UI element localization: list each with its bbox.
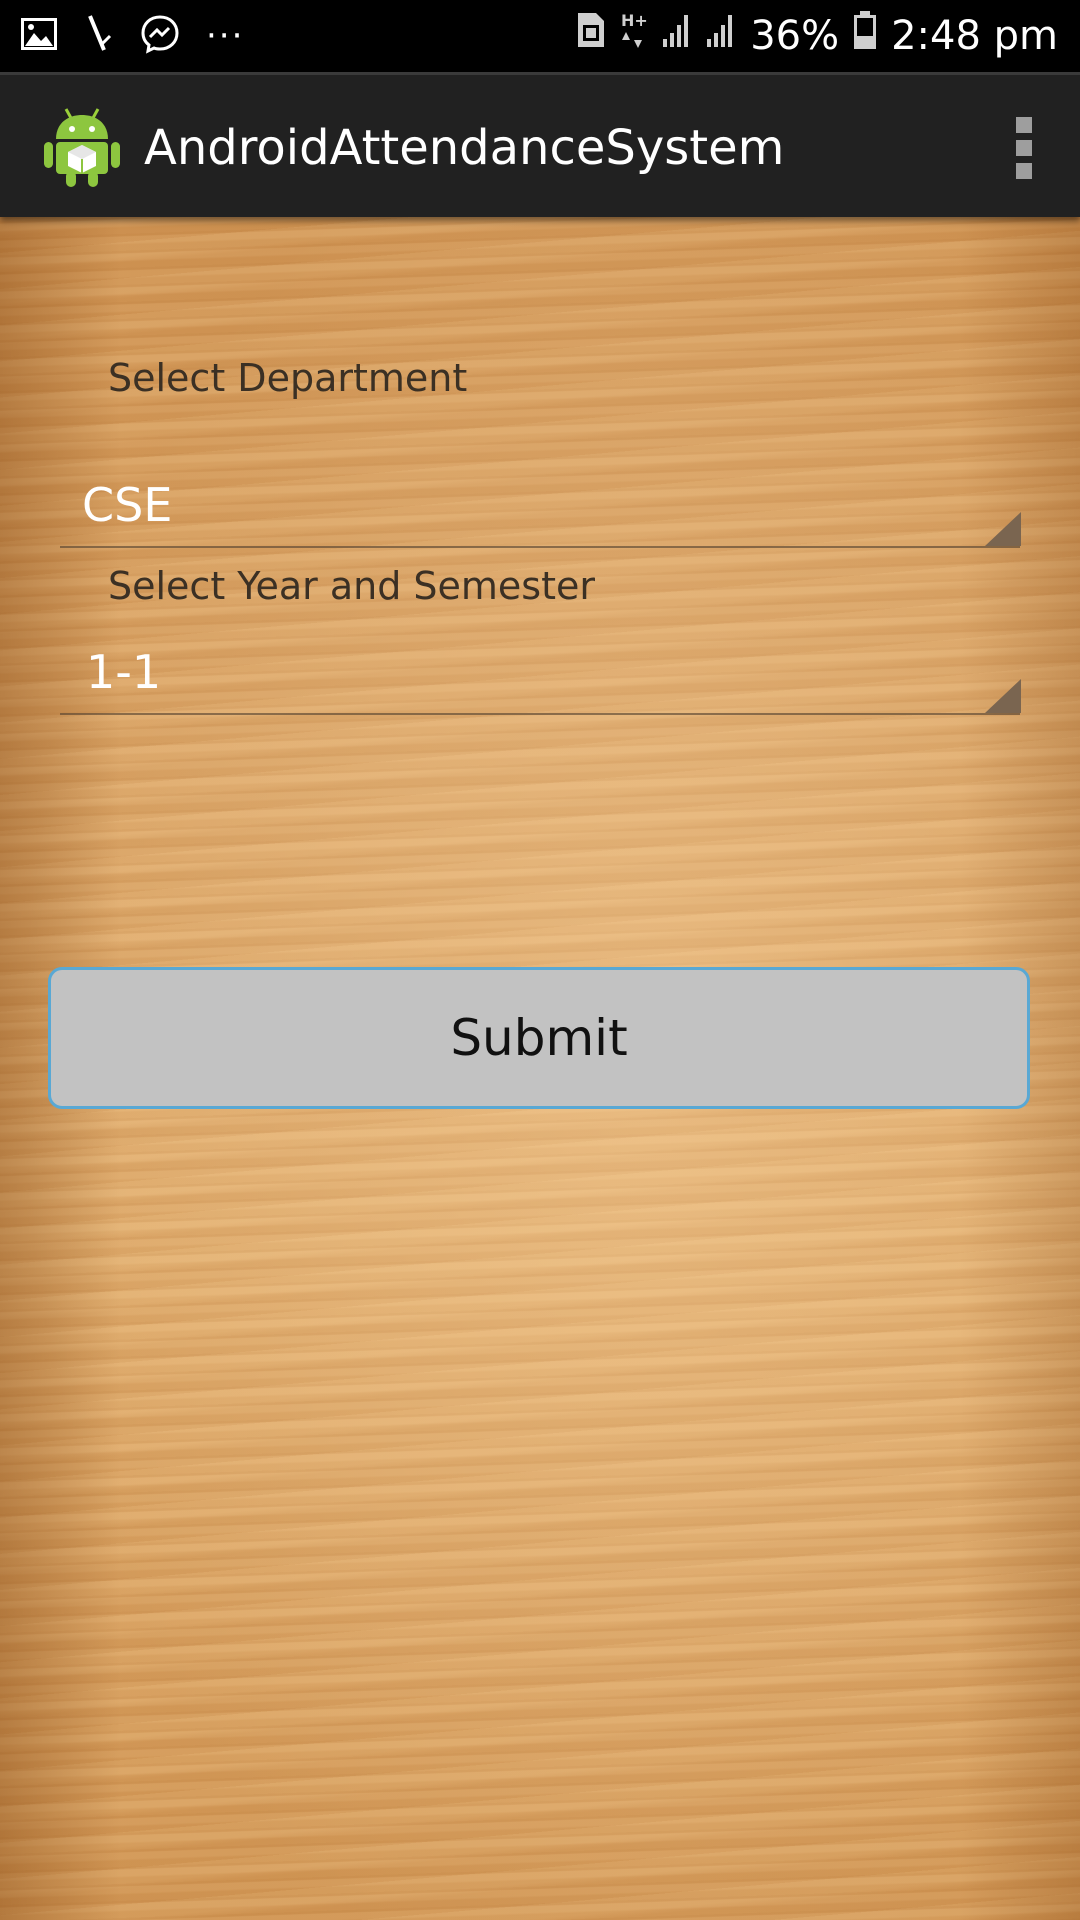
- dropdown-caret-icon: [985, 512, 1021, 546]
- dropdown-caret-icon: [985, 679, 1021, 713]
- department-spinner[interactable]: CSE: [60, 462, 1021, 548]
- department-label: Select Department: [108, 356, 468, 400]
- app-title: AndroidAttendanceSystem: [144, 120, 785, 176]
- signal-icon: [662, 10, 692, 62]
- clock: 2:48 pm: [891, 13, 1058, 59]
- battery-percent: 36%: [750, 13, 840, 59]
- department-value: CSE: [82, 478, 173, 532]
- screen: ··· H+ 36% 2:48 pm AndroidAttendanceSyst…: [0, 0, 1080, 1920]
- submit-button[interactable]: Submit: [48, 967, 1030, 1109]
- notification-icons: ···: [20, 14, 244, 58]
- slash-notification-icon: [84, 14, 114, 58]
- overflow-menu-icon[interactable]: [1016, 117, 1032, 179]
- action-bar: AndroidAttendanceSystem: [0, 72, 1080, 217]
- menu-dot: [1016, 163, 1032, 179]
- hplus-data-icon: H+: [620, 10, 648, 63]
- menu-dot: [1016, 140, 1032, 156]
- signal-icon: [706, 10, 736, 62]
- system-icons: H+ 36% 2:48 pm: [576, 10, 1058, 62]
- sim-card-icon: [576, 10, 606, 62]
- more-notifications-icon: ···: [206, 16, 245, 56]
- year-semester-spinner[interactable]: 1-1: [60, 629, 1021, 715]
- svg-text:H+: H+: [621, 11, 648, 30]
- gallery-icon: [20, 17, 58, 55]
- battery-icon: [853, 10, 877, 63]
- menu-dot: [1016, 117, 1032, 133]
- submit-label: Submit: [450, 1009, 628, 1067]
- year-semester-label: Select Year and Semester: [108, 564, 596, 608]
- year-semester-value: 1-1: [86, 645, 162, 699]
- messenger-icon: [140, 14, 180, 58]
- android-logo-icon: [44, 105, 120, 189]
- status-bar: ··· H+ 36% 2:48 pm: [0, 0, 1080, 72]
